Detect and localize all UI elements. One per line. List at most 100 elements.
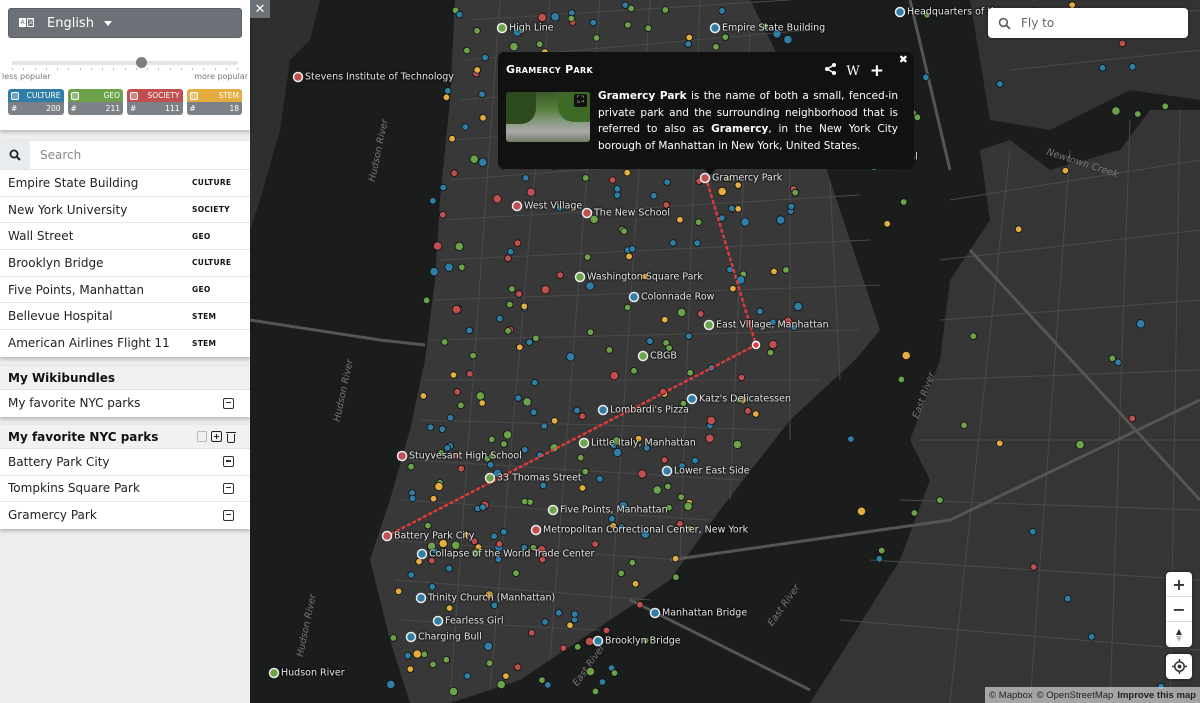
poi-dot[interactable] (495, 540, 504, 548)
place-label[interactable]: Hudson River (281, 668, 345, 679)
poi-dot[interactable] (1118, 39, 1127, 48)
poi-dot[interactable] (728, 204, 736, 212)
poi-dot[interactable] (408, 494, 417, 503)
poi-dot[interactable] (578, 484, 587, 492)
poi-dot[interactable] (624, 21, 632, 29)
poi-dot[interactable] (522, 397, 532, 407)
poi-dot[interactable] (878, 546, 886, 555)
popularity-slider[interactable] (8, 52, 242, 76)
poi-dot[interactable] (389, 634, 398, 642)
poi-dot[interactable] (744, 407, 752, 415)
place-marker[interactable] (709, 22, 721, 34)
place-label[interactable]: Little Italy, Manhattan (591, 438, 696, 449)
place-label[interactable]: 33 Thomas Street (497, 473, 582, 484)
place-label[interactable]: CBGB (650, 351, 677, 362)
poi-dot[interactable] (729, 284, 737, 293)
poi-dot[interactable] (506, 247, 515, 256)
poi-dot[interactable] (520, 302, 528, 310)
poi-dot[interactable] (525, 338, 534, 346)
fly-to-input[interactable] (1021, 16, 1171, 30)
poi-dot[interactable] (712, 43, 720, 51)
poi-dot[interactable] (752, 410, 760, 418)
language-dropdown[interactable]: A文 English (8, 8, 242, 38)
poi-dot[interactable] (661, 316, 669, 324)
poi-dot[interactable] (661, 6, 669, 14)
poi-dot[interactable] (485, 659, 494, 667)
poi-dot[interactable] (450, 169, 458, 177)
poi-dot[interactable] (541, 618, 549, 626)
search-input[interactable] (30, 141, 250, 169)
poi-dot[interactable] (540, 285, 551, 295)
poi-dot[interactable] (438, 425, 446, 433)
poi-dot[interactable] (1161, 102, 1169, 110)
poi-dot[interactable] (449, 371, 458, 379)
search-result-item[interactable]: New York University SOCIETY (0, 197, 250, 224)
poi-dot[interactable] (793, 301, 803, 312)
poi-dot[interactable] (521, 446, 529, 454)
place-label[interactable]: Fearless Girl (445, 616, 503, 627)
poi-dot[interactable] (556, 271, 564, 279)
place-marker[interactable] (686, 393, 698, 405)
trash-icon[interactable] (226, 431, 236, 443)
place-label[interactable]: The New School (594, 208, 670, 219)
poi-dot[interactable] (394, 587, 403, 595)
poi-dot[interactable] (479, 114, 487, 122)
place-marker[interactable] (416, 548, 428, 560)
remove-icon[interactable] (223, 456, 234, 468)
poi-dot[interactable] (532, 334, 540, 342)
poi-dot[interactable] (685, 332, 693, 340)
poi-dot[interactable] (578, 412, 587, 420)
poi-dot[interactable] (737, 373, 746, 382)
poi-dot[interactable] (717, 186, 727, 197)
poi-dot[interactable] (516, 343, 524, 351)
poi-dot[interactable] (512, 569, 520, 577)
poi-dot[interactable] (458, 263, 466, 271)
poi-dot[interactable] (478, 399, 486, 407)
place-label[interactable]: Lombardi's Pizza (610, 405, 689, 416)
map[interactable]: Hudson River Hudson River Hudson River East… (250, 0, 1200, 703)
poi-dot[interactable] (628, 559, 637, 567)
place-marker[interactable] (496, 22, 508, 34)
place-label[interactable]: Manhattan Bridge (662, 608, 747, 619)
poi-dot[interactable] (526, 187, 536, 197)
poi-dot[interactable] (466, 370, 474, 378)
poi-dot[interactable] (1128, 63, 1137, 71)
poi-dot[interactable] (766, 348, 775, 357)
poi-dot[interactable] (591, 540, 599, 548)
poi-dot[interactable] (434, 481, 444, 492)
place-label[interactable]: Empire State Building (722, 23, 825, 34)
slider-thumb[interactable] (135, 57, 147, 68)
poi-dot[interactable] (628, 245, 637, 253)
search-result-item[interactable]: Wall Street GEO (0, 223, 250, 251)
poi-dot[interactable] (617, 569, 625, 577)
place-label[interactable]: Washington Square Park (587, 272, 703, 283)
poi-dot[interactable] (1128, 414, 1136, 423)
place-label[interactable]: Five Points, Manhattan (560, 505, 668, 516)
poi-dot[interactable] (478, 157, 488, 167)
search-result-item[interactable]: Bellevue Hospital STEM (0, 303, 250, 331)
search-result-item[interactable]: Five Points, Manhattan GEO (0, 277, 250, 304)
poi-dot[interactable] (478, 90, 486, 98)
poi-dot[interactable] (515, 290, 523, 298)
poi-dot[interactable] (627, 4, 635, 13)
mapbox-attribution-link[interactable]: © Mapbox (989, 690, 1032, 701)
poi-dot[interactable] (566, 621, 574, 629)
poi-dot[interactable] (734, 205, 742, 213)
poi-dot[interactable] (1134, 110, 1142, 118)
poi-dot[interactable] (610, 669, 619, 677)
place-label[interactable]: Collapse of the World Trade Center (429, 549, 594, 560)
poi-dot[interactable] (602, 626, 611, 635)
poi-dot[interactable] (565, 352, 576, 362)
fullscreen-icon[interactable]: ⛶ (574, 94, 587, 107)
poi-dot[interactable] (613, 185, 621, 193)
poi-dot[interactable] (490, 532, 498, 540)
poi-dot[interactable] (442, 93, 451, 101)
poi-dot[interactable] (664, 482, 672, 491)
poi-dot[interactable] (787, 202, 795, 211)
poi-dot[interactable] (573, 406, 581, 415)
poi-dot[interactable] (669, 239, 677, 247)
poi-dot[interactable] (605, 346, 614, 354)
poi-dot[interactable] (768, 339, 778, 350)
poi-dot[interactable] (596, 475, 604, 483)
place-label[interactable]: Gramercy Park (712, 173, 782, 184)
